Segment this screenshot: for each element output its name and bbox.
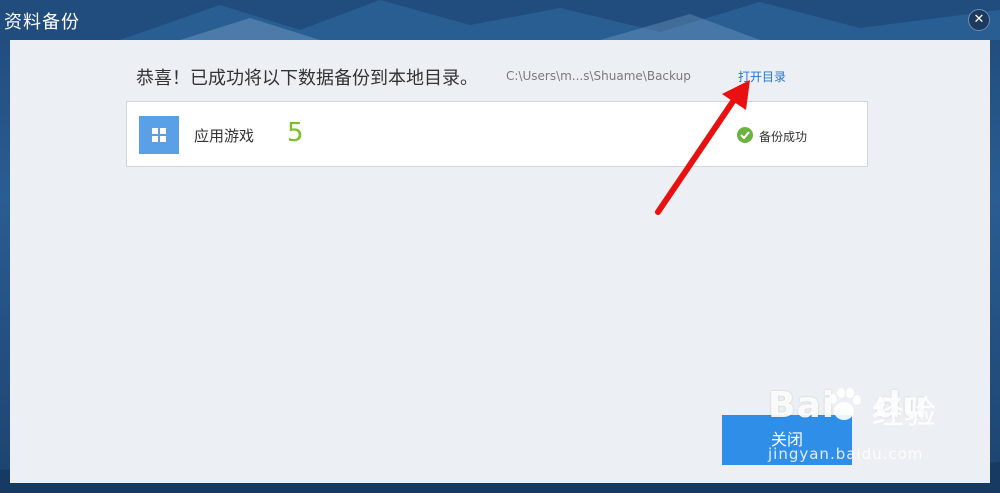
success-message: 恭喜！已成功将以下数据备份到本地目录。 [136,68,478,89]
baidu-jingyan-watermark: Bai du 经验 jingyan.baidu.com [768,385,968,475]
annotation-arrow [655,80,750,215]
item-count: 5 [287,118,304,148]
apps-grid-icon [139,116,179,154]
window-title: 资料备份 [4,12,80,33]
watermark-url: jingyan.baidu.com [768,445,924,463]
backup-dialog: 资料备份 ✕ 恭喜！已成功将以下数据备份到本地目录。 C:\Users\m...… [0,0,1000,493]
backup-status: 备份成功 [737,127,808,145]
window-close-button[interactable]: ✕ [968,9,990,31]
backup-status-label: 备份成功 [759,130,808,144]
watermark-text: 经验 [872,393,937,431]
item-category-label: 应用游戏 [194,127,255,145]
close-icon: ✕ [973,12,985,27]
title-bar: 资料备份 ✕ [0,0,1000,40]
paw-icon [829,388,861,420]
